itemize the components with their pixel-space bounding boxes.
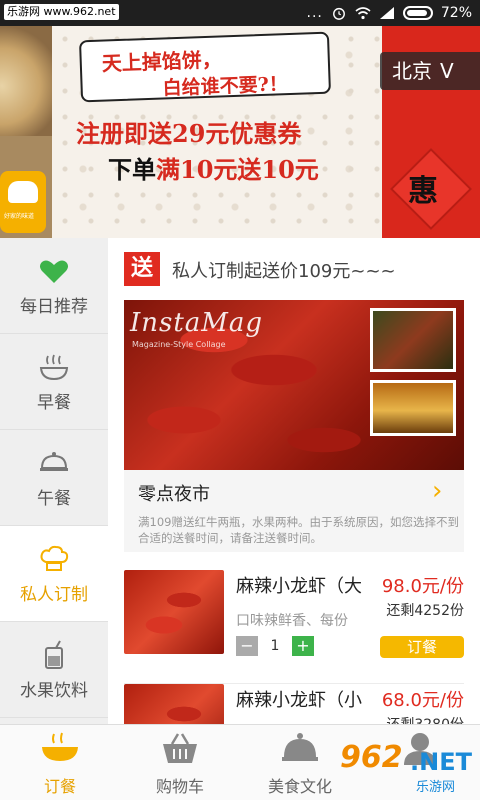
more-dots: ...: [306, 5, 323, 21]
city-selector[interactable]: 北京 V: [380, 52, 480, 90]
alarm-icon: [332, 7, 345, 20]
tab-label: 购物车: [155, 777, 204, 796]
site-label: 乐游网 www.962.net: [4, 4, 119, 20]
promo-banner[interactable]: 好家的味道 天上掉馅饼， 白给谁不要?！ 注册即送29元优惠券 下单满10元送1…: [0, 26, 480, 238]
promo-line-4-prefix: 下单: [108, 155, 156, 184]
chef-hat-icon: [40, 545, 69, 571]
quantity-stepper: − 1 +: [236, 636, 316, 656]
product-description: 口味辣鲜香、每份: [236, 613, 348, 629]
promo-line-2: 白给谁不要?！: [162, 73, 289, 100]
product-image: [124, 570, 224, 654]
drink-icon: [45, 640, 63, 669]
cloche-icon: [282, 733, 318, 761]
promo-line-3: 注册即送29元优惠券: [76, 119, 302, 148]
site-watermark: 962 .NET 乐游网: [340, 740, 480, 800]
delivery-badge: 送: [124, 252, 160, 286]
battery-icon: [402, 6, 433, 20]
notice-text: 私人订制起送价109元~~~: [172, 261, 396, 282]
order-button[interactable]: 订餐: [380, 636, 464, 658]
sidebar-item-label: 私人订制: [20, 585, 88, 605]
app-logo: 好家的味道: [0, 171, 46, 233]
product-price: 98.0元/份: [381, 576, 464, 597]
watermark-number: 962: [340, 740, 403, 775]
decrease-button[interactable]: −: [236, 636, 258, 656]
product-stock: 还剩3280份: [386, 714, 464, 724]
covered-dish-icon: [40, 452, 68, 471]
quantity-value: 1: [270, 638, 280, 654]
heart-icon: [40, 260, 68, 283]
product-item[interactable]: 麻辣小龙虾（小 68.0元/份 还剩3280份: [124, 684, 464, 724]
product-name: 麻辣小龙虾（大: [236, 576, 362, 597]
tab-label: 订餐: [43, 777, 76, 796]
product-stock: 还剩4252份: [386, 603, 464, 619]
status-icons: ... 72%: [307, 4, 472, 22]
feature-card[interactable]: InstaMag Magazine-Style Collage 零点夜市 › 满…: [124, 300, 464, 552]
sidebar-item-label: 午餐: [37, 489, 71, 509]
sidebar-item-breakfast[interactable]: 早餐: [0, 334, 108, 430]
city-name: 北京: [392, 59, 432, 83]
watermark-cn: 乐游网: [416, 780, 456, 795]
bowl-icon: [42, 732, 78, 761]
promo-line-4-offer: 满10元送10元: [156, 155, 319, 184]
sidebar-item-label: 水果饮料: [20, 681, 88, 701]
battery-percent: 72%: [440, 5, 472, 21]
app-screen: { "status_bar": { "site_label": "乐游网 www…: [0, 0, 480, 800]
sidebar-item-label: 早餐: [37, 393, 71, 413]
inset-photo-dish: [370, 308, 456, 372]
product-item[interactable]: 麻辣小龙虾（大 98.0元/份 还剩4252份 口味辣鲜香、每份 − 1 + 订…: [124, 570, 464, 684]
promo-headline-box: 天上掉馅饼， 白给谁不要?！: [78, 31, 332, 103]
sidebar-item-custom[interactable]: 私人订制: [0, 526, 108, 622]
card-title: 零点夜市: [138, 484, 210, 505]
photo-watermark-title: InstaMag: [130, 308, 264, 338]
wifi-icon: [355, 7, 371, 20]
product-image: [124, 684, 224, 724]
tab-cart[interactable]: 购物车: [120, 725, 240, 800]
increase-button[interactable]: +: [292, 636, 314, 656]
product-price: 68.0元/份: [381, 690, 464, 711]
inset-photo-beer: [370, 380, 456, 436]
chevron-down-icon: V: [440, 59, 454, 83]
card-description: 满109赠送红牛两瓶，水果两种。由于系统原因，如您选择不到合适的送餐时间，请备注…: [138, 515, 459, 545]
bowl-icon: [39, 354, 69, 381]
basket-icon: [163, 733, 197, 763]
banner-right-char: 惠: [408, 174, 438, 209]
signal-icon: [379, 7, 394, 19]
content-panel: 送 私人订制起送价109元~~~ InstaMag Magazine-Style…: [108, 238, 480, 724]
delivery-notice: 送 私人订制起送价109元~~~: [124, 252, 464, 286]
sidebar-item-label: 每日推荐: [20, 297, 88, 317]
logo-text: 好家的味道: [4, 213, 35, 220]
chevron-right-icon[interactable]: ›: [432, 476, 442, 506]
promo-line-4: 下单满10元送10元: [108, 150, 319, 185]
tab-order[interactable]: 订餐: [0, 725, 120, 800]
product-name: 麻辣小龙虾（小: [236, 690, 362, 711]
sidebar-item-drinks[interactable]: 水果饮料: [0, 622, 108, 718]
food-image: [0, 26, 52, 136]
sidebar-item-daily[interactable]: 每日推荐: [0, 238, 108, 334]
chef-hat-icon: [8, 181, 38, 203]
status-bar: 乐游网 www.962.net ... 72%: [0, 0, 480, 26]
banner-main: 天上掉馅饼， 白给谁不要?！ 注册即送29元优惠券 下单满10元送10元: [52, 26, 382, 238]
crayfish-photo: InstaMag Magazine-Style Collage: [124, 300, 464, 470]
sidebar-item-lunch[interactable]: 午餐: [0, 430, 108, 526]
category-sidebar: 每日推荐 早餐 午餐 私人订制 水果饮料: [0, 238, 108, 724]
watermark-net: .NET: [410, 748, 472, 776]
photo-watermark-sub: Magazine-Style Collage: [132, 340, 226, 349]
